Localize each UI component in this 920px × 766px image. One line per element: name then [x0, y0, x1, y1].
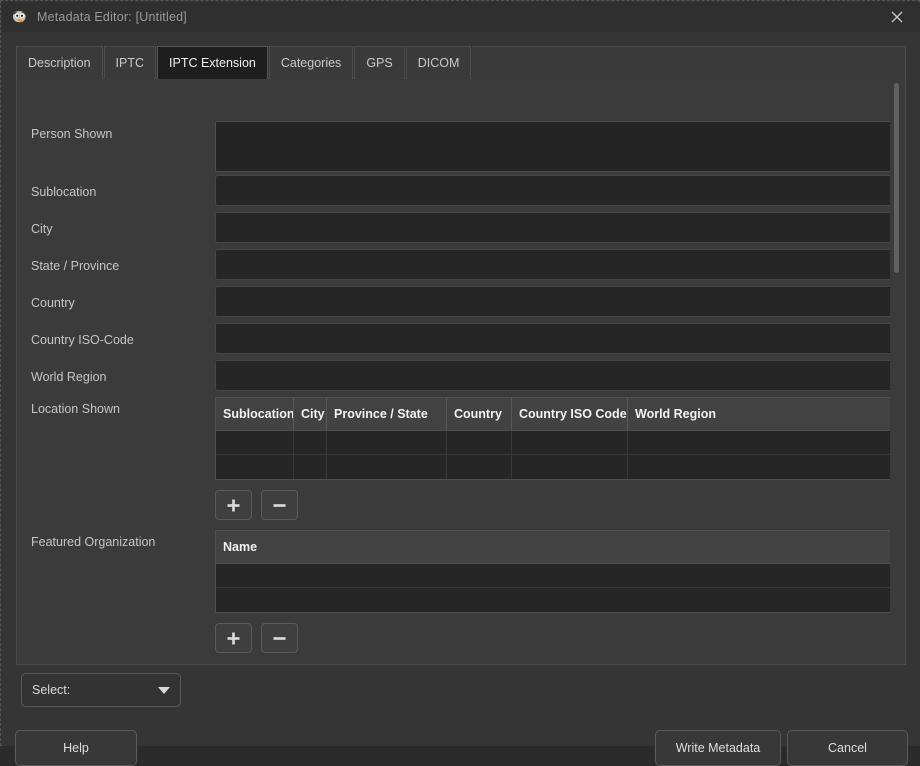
table-location-shown: Sublocation City Province / State Countr… [215, 397, 893, 480]
select-dropdown[interactable]: Select: [21, 673, 181, 707]
select-dropdown-label: Select: [32, 683, 158, 697]
minus-icon [272, 498, 287, 513]
table-header-row: Sublocation City Province / State Countr… [215, 397, 893, 431]
table-body [215, 564, 893, 613]
add-location-button[interactable] [215, 490, 252, 520]
table-body [215, 431, 893, 480]
cell-sublocation[interactable] [216, 455, 294, 479]
vertical-scrollbar-thumb[interactable] [894, 83, 899, 273]
table-row[interactable] [216, 588, 892, 612]
cell-city[interactable] [294, 455, 327, 479]
remove-location-button[interactable] [261, 490, 298, 520]
input-state-province[interactable] [215, 249, 893, 280]
chevron-down-icon [158, 687, 170, 694]
tab-label: Categories [281, 56, 341, 70]
column-header-world-region[interactable]: World Region [628, 398, 892, 430]
label-location-shown: Location Shown [31, 402, 120, 416]
column-header-province-state[interactable]: Province / State [327, 398, 447, 430]
close-icon[interactable] [874, 2, 920, 32]
vertical-scrollbar-track[interactable] [890, 81, 903, 661]
label-country-iso-code: Country ISO-Code [31, 333, 134, 347]
remove-organization-button[interactable] [261, 623, 298, 653]
tab-iptc[interactable]: IPTC [104, 46, 156, 79]
table-featured-organization: Name [215, 530, 893, 613]
label-state-province: State / Province [31, 259, 119, 273]
label-person-shown: Person Shown [31, 127, 112, 141]
tab-gps[interactable]: GPS [354, 46, 404, 79]
label-featured-organization: Featured Organization [31, 535, 155, 549]
write-button-label: Write Metadata [676, 741, 761, 755]
cell-country-iso-code[interactable] [512, 431, 628, 454]
metadata-editor-window: Metadata Editor: [Untitled] Description … [0, 0, 920, 746]
help-button-label: Help [63, 741, 89, 755]
table-row[interactable] [216, 431, 892, 455]
cell-world-region[interactable] [628, 455, 892, 479]
window-title: Metadata Editor: [Untitled] [37, 10, 187, 24]
cell-name[interactable] [216, 588, 892, 612]
cell-sublocation[interactable] [216, 431, 294, 454]
input-person-shown[interactable] [215, 121, 893, 172]
form-area: Person Shown Sublocation City State / Pr… [17, 79, 905, 663]
gimp-wilber-icon [11, 8, 29, 26]
tab-label: Description [28, 56, 91, 70]
column-header-country-iso-code[interactable]: Country ISO Code [512, 398, 628, 430]
column-header-city[interactable]: City [294, 398, 327, 430]
input-sublocation[interactable] [215, 175, 893, 206]
table-header-row: Name [215, 530, 893, 564]
cell-country-iso-code[interactable] [512, 455, 628, 479]
cell-world-region[interactable] [628, 431, 892, 454]
label-city: City [31, 222, 53, 236]
tab-bar: Description IPTC IPTC Extension Categori… [16, 46, 906, 79]
tab-label: IPTC [116, 56, 144, 70]
tab-categories[interactable]: Categories [269, 46, 353, 79]
label-world-region: World Region [31, 370, 107, 384]
tab-iptc-extension[interactable]: IPTC Extension [157, 46, 268, 79]
cell-country[interactable] [447, 431, 512, 454]
column-header-sublocation[interactable]: Sublocation [216, 398, 294, 430]
form-scroll-panel: Person Shown Sublocation City State / Pr… [16, 79, 906, 665]
tab-label: DICOM [418, 56, 460, 70]
cell-city[interactable] [294, 431, 327, 454]
cell-country[interactable] [447, 455, 512, 479]
tab-label: IPTC Extension [169, 56, 256, 70]
column-header-name[interactable]: Name [216, 531, 892, 563]
cell-name[interactable] [216, 564, 892, 587]
table-row[interactable] [216, 455, 892, 479]
cancel-button[interactable]: Cancel [787, 730, 908, 766]
tab-description[interactable]: Description [16, 46, 103, 79]
label-country: Country [31, 296, 75, 310]
dialog-body: Description IPTC IPTC Extension Categori… [2, 32, 920, 746]
input-country[interactable] [215, 286, 893, 317]
tab-bar-filler [472, 46, 906, 80]
table-row[interactable] [216, 564, 892, 588]
add-organization-button[interactable] [215, 623, 252, 653]
tab-label: GPS [366, 56, 392, 70]
help-button[interactable]: Help [15, 730, 137, 766]
write-metadata-button[interactable]: Write Metadata [655, 730, 781, 766]
minus-icon [272, 631, 287, 646]
column-header-country[interactable]: Country [447, 398, 512, 430]
cell-province-state[interactable] [327, 455, 447, 479]
cancel-button-label: Cancel [828, 741, 867, 755]
plus-icon [226, 498, 241, 513]
label-sublocation: Sublocation [31, 185, 96, 199]
plus-icon [226, 631, 241, 646]
input-world-region[interactable] [215, 360, 893, 391]
cell-province-state[interactable] [327, 431, 447, 454]
tab-dicom[interactable]: DICOM [406, 46, 472, 79]
input-city[interactable] [215, 212, 893, 243]
input-country-iso-code[interactable] [215, 323, 893, 354]
title-bar: Metadata Editor: [Untitled] [2, 2, 920, 32]
